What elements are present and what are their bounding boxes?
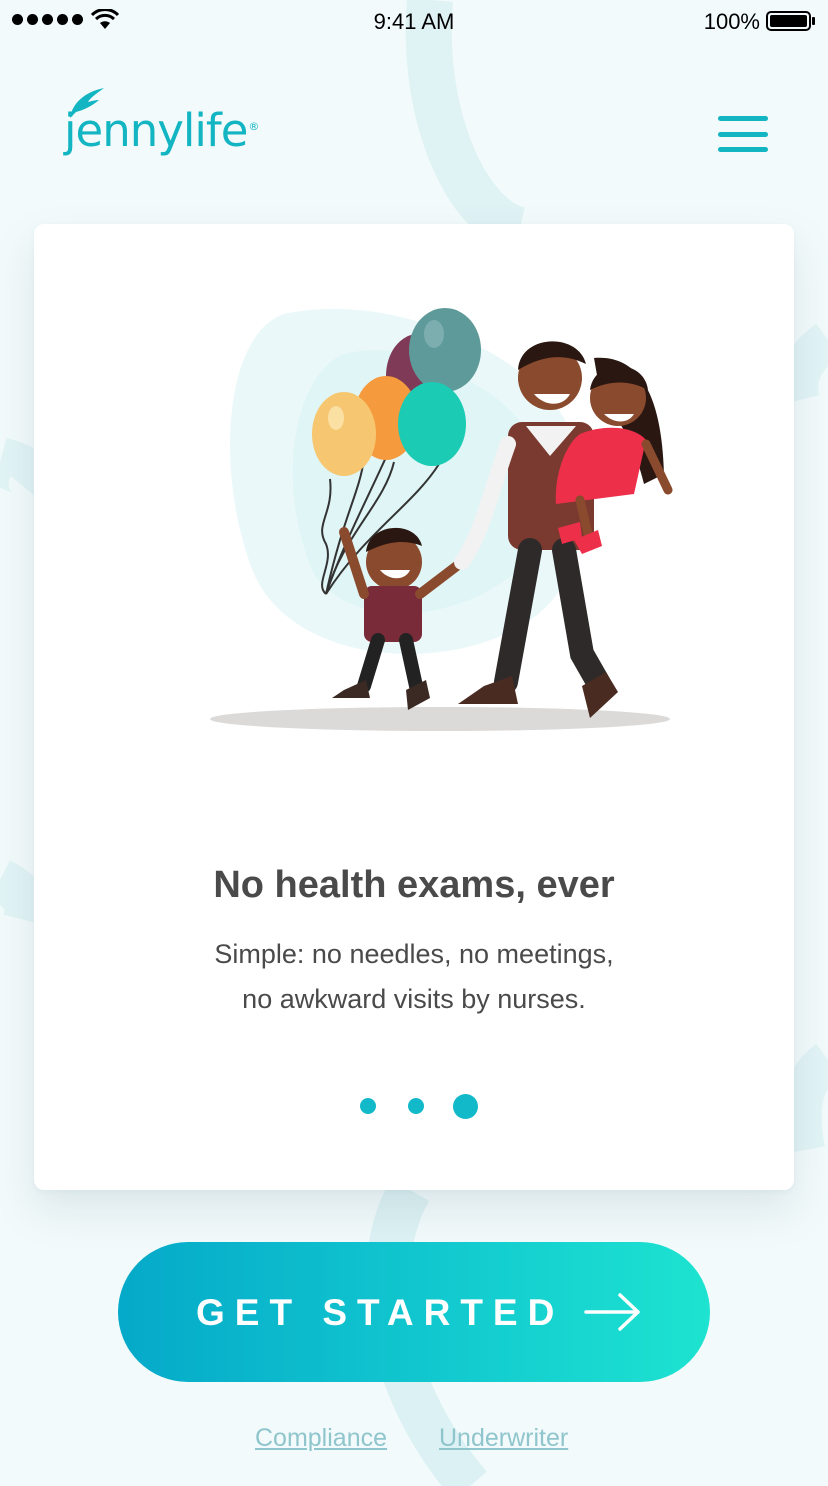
jennylife-logo[interactable]: jennylife®: [64, 86, 304, 172]
get-started-button[interactable]: GET STARTED: [118, 1242, 710, 1382]
arrow-right-icon: [584, 1293, 640, 1331]
card-description: Simple: no needles, no meetings, no awkw…: [34, 932, 794, 1022]
card-title: No health exams, ever: [213, 864, 615, 906]
page-indicator: [34, 1094, 794, 1119]
card-description-line: no awkward visits by nurses.: [242, 984, 586, 1014]
status-bar: 9:41 AM 100%: [0, 0, 828, 44]
pager-dot-1[interactable]: [360, 1098, 376, 1114]
battery-percentage: 100%: [703, 9, 760, 34]
onboarding-card: No health exams, ever Simple: no needles…: [34, 224, 794, 1190]
hamburger-menu-icon[interactable]: [718, 114, 768, 154]
card-description-line: Simple: no needles, no meetings,: [214, 939, 614, 969]
battery-icon: [766, 11, 815, 31]
logo-wordmark: jennylife®: [64, 104, 259, 157]
compliance-link[interactable]: Compliance: [255, 1424, 387, 1453]
pager-dot-2[interactable]: [408, 1098, 424, 1114]
get-started-label: GET STARTED: [196, 1292, 565, 1333]
family-with-balloons-illustration: [210, 308, 673, 731]
underwriter-link[interactable]: Underwriter: [439, 1424, 568, 1453]
pager-dot-3-active[interactable]: [453, 1094, 478, 1119]
